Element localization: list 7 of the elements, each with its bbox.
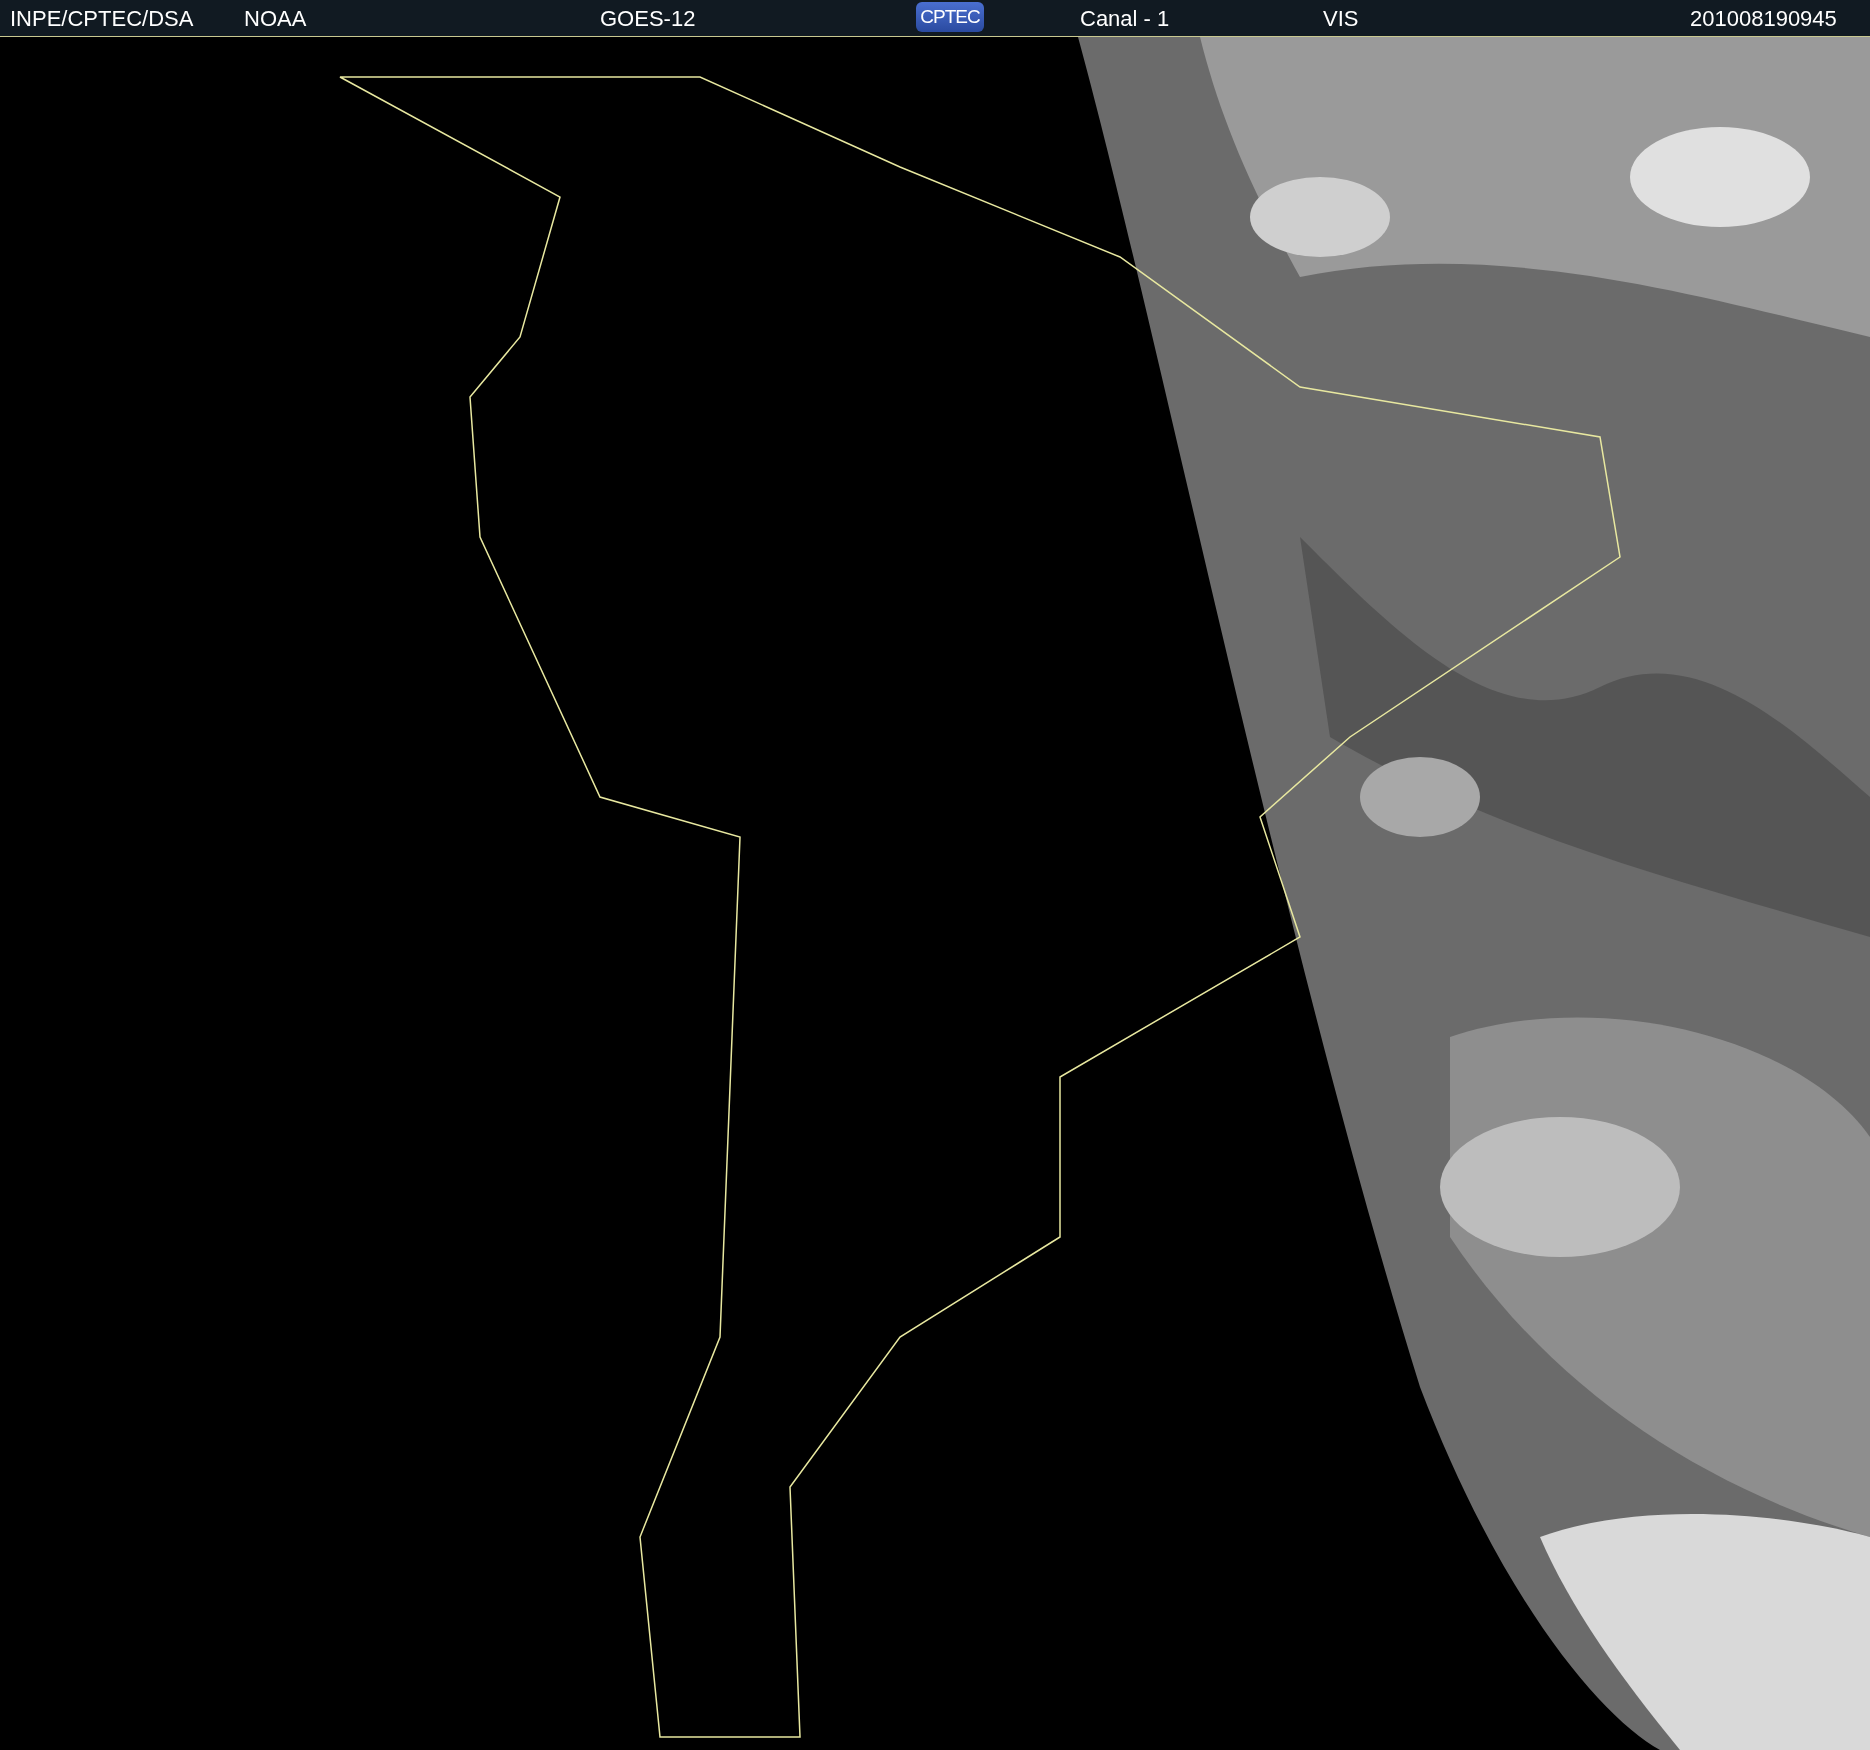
logo: CPTEC <box>916 2 984 32</box>
header-label: GOES-12 <box>600 6 696 32</box>
header-label: Canal - 1 <box>1080 6 1170 32</box>
header-label: 201008190945 <box>1690 6 1837 32</box>
header-label: INPE/CPTEC/DSA <box>10 6 194 32</box>
header-label: NOAA <box>244 6 307 32</box>
header-label: VIS <box>1323 6 1359 32</box>
